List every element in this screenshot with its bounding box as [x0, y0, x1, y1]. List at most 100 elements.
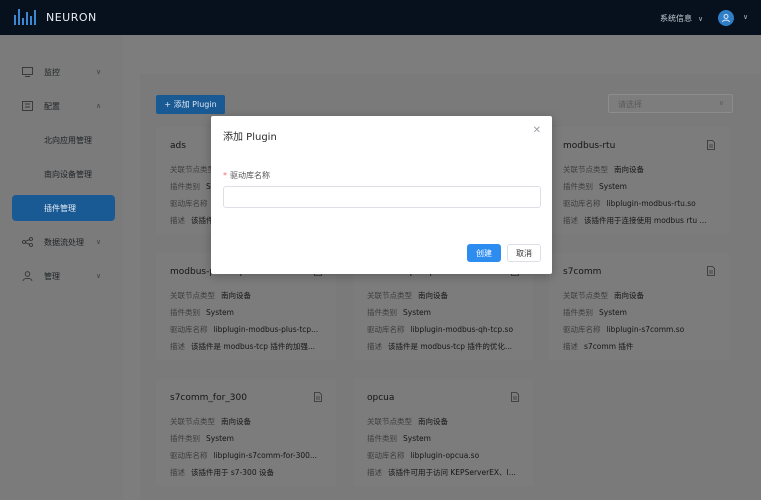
chevron-down-icon: ∨ — [698, 14, 704, 23]
user-icon — [22, 271, 33, 281]
plugin-card-row: 插件类别 System — [170, 433, 234, 444]
field-value: 该插件是 modbus-tcp 插件的优化... — [388, 342, 513, 351]
field-value: libplugin-s7comm.so — [606, 325, 685, 334]
plugin-card-row: 关联节点类型南向设备 — [367, 290, 448, 301]
plugin-card-row: 关联节点类型南向设备 — [563, 164, 644, 175]
document-icon[interactable] — [707, 140, 715, 150]
field-label: 描述 — [367, 342, 382, 351]
plugin-card-row: 关联节点类型南向设备 — [563, 290, 644, 301]
library-name-input[interactable] — [223, 186, 541, 208]
sidebar-item-label: 管理 — [44, 271, 60, 281]
close-icon[interactable]: ✕ — [533, 125, 541, 136]
field-value: 南向设备 — [614, 165, 644, 174]
plugin-card[interactable]: s7comm 关联节点类型 南向设备 插件类别 System 驱动库名称 libplugin… — [549, 253, 729, 360]
field-label: 驱动库名称 — [563, 325, 601, 334]
field-label: 驱动库名称 — [367, 451, 405, 460]
plugin-card[interactable]: opcua 关联节点类型 南向设备 插件类别 System 驱动库名称 libplugin-… — [353, 379, 533, 486]
field-label: 关联节点类型 — [367, 291, 412, 300]
document-icon[interactable] — [707, 266, 715, 276]
field-value: libplugin-modbus-rtu.so — [606, 199, 696, 208]
field-label: 插件类别 — [367, 308, 397, 317]
field-value: 该插件可用于访问 KEPServerEX、I... — [388, 468, 516, 477]
field-label: 描述 — [563, 342, 578, 351]
chevron-down-icon: ∨ — [96, 272, 102, 280]
plugin-card-row: 关联节点类型南向设备 — [367, 416, 448, 427]
field-label: 插件类别 — [367, 434, 397, 443]
sidebar: 监控 ∨ 配置 ∧ 北向应用管理 南向设备管理 插件管理 数据流处理 ∨ 管理 … — [0, 35, 123, 500]
logo-icon — [14, 9, 40, 25]
sidebar-item-label: 数据流处理 — [44, 237, 84, 247]
user-avatar[interactable] — [718, 10, 734, 26]
field-value: System — [403, 308, 431, 317]
cancel-button[interactable]: 取消 — [507, 244, 541, 262]
field-value: System — [599, 182, 627, 191]
field-label: 关联节点类型 — [563, 165, 608, 174]
system-info-label: 系统信息 — [660, 14, 692, 23]
sidebar-item-monitor[interactable]: 监控 ∨ — [0, 59, 123, 85]
plugin-card[interactable]: modbus-rtu 关联节点类型 南向设备 插件类别 System 驱动库名称 libpl… — [549, 127, 729, 234]
create-button[interactable]: 创建 — [467, 244, 501, 262]
field-label: 驱动库名称 — [230, 171, 270, 180]
field-label: 描述 — [170, 468, 185, 477]
plugin-card-row: 描述 该插件是 modbus-tcp 插件的优化... — [367, 341, 512, 352]
plugin-filter-select[interactable]: 请选择 ∨ — [608, 94, 733, 113]
field-value: 该插件用于连接使用 modbus rtu ... — [584, 216, 707, 225]
logo[interactable]: NEURON — [14, 9, 97, 25]
field-label: 描述 — [170, 216, 185, 225]
plugin-card-row: 描述 该插件用于连接使用 modbus rtu ... — [563, 215, 707, 226]
sidebar-item-plugins[interactable]: 插件管理 — [12, 195, 115, 221]
field-label: 关联节点类型 — [170, 165, 215, 174]
plugin-card-row: 描述 s7comm 插件 — [563, 341, 633, 352]
field-value: s7comm 插件 — [584, 342, 634, 351]
plugin-card-row: 插件类别 System — [170, 307, 234, 318]
logo-text: NEURON — [46, 10, 97, 24]
field-value: libplugin-opcua.so — [410, 451, 480, 460]
dataflow-icon — [22, 237, 33, 247]
plugin-card-row: 插件类别 System — [367, 307, 431, 318]
field-label: 描述 — [563, 216, 578, 225]
add-plugin-dialog: 添加 Plugin ✕ * 驱动库名称 创建 取消 — [211, 116, 552, 274]
field-label: 插件类别 — [170, 182, 200, 191]
field-value: 南向设备 — [614, 291, 644, 300]
field-label: 驱动库名称 — [170, 199, 208, 208]
dialog-title: 添加 Plugin — [223, 132, 277, 143]
library-name-label: * 驱动库名称 — [223, 170, 270, 181]
add-plugin-button[interactable]: + 添加 Plugin — [156, 95, 225, 114]
chevron-down-icon: ∨ — [96, 238, 102, 246]
sidebar-item-config[interactable]: 配置 ∧ — [0, 93, 123, 119]
system-info-menu[interactable]: 系统信息 ∨ — [660, 13, 703, 24]
sidebar-item-label: 北向应用管理 — [44, 135, 92, 145]
plugin-card-row: 驱动库名称 libplugin-s7comm-for-300... — [170, 450, 317, 461]
field-value: 南向设备 — [221, 291, 251, 300]
sidebar-item-southbound[interactable]: 南向设备管理 — [0, 161, 123, 187]
sidebar-item-northbound[interactable]: 北向应用管理 — [0, 127, 123, 153]
plugin-card-row: 驱动库名称 libplugin-modbus-rtu.so — [563, 198, 696, 209]
document-icon[interactable] — [314, 392, 322, 402]
field-value: System — [403, 434, 431, 443]
field-label: 插件类别 — [563, 182, 593, 191]
sidebar-item-admin[interactable]: 管理 ∨ — [0, 263, 123, 289]
sidebar-item-label: 监控 — [44, 67, 60, 77]
field-label: 关联节点类型 — [170, 417, 215, 426]
field-value: 南向设备 — [418, 291, 448, 300]
plugin-card-title: opcua — [367, 393, 395, 403]
field-label: 驱动库名称 — [563, 199, 601, 208]
sidebar-item-label: 南向设备管理 — [44, 169, 92, 179]
chevron-down-icon: ∨ — [96, 68, 102, 76]
field-value: 该插件用于 s7-300 设备 — [191, 468, 274, 477]
select-placeholder: 请选择 — [618, 100, 642, 109]
plugin-card-title: s7comm_for_300 — [170, 393, 247, 403]
plugin-card[interactable]: s7comm_for_300 关联节点类型 南向设备 插件类别 System 驱动库名称 l… — [156, 379, 336, 486]
plugin-card-row: 关联节点类型南向设备 — [170, 416, 251, 427]
field-value: 南向设备 — [221, 417, 251, 426]
user-icon — [722, 14, 730, 23]
plugin-card-title: s7comm — [563, 267, 602, 277]
chevron-down-icon[interactable]: ∨ — [743, 13, 748, 21]
field-value: libplugin-modbus-qh-tcp.so — [410, 325, 514, 334]
field-label: 描述 — [367, 468, 382, 477]
sidebar-item-dataflow[interactable]: 数据流处理 ∨ — [0, 229, 123, 255]
field-label: 插件类别 — [170, 434, 200, 443]
top-bar: NEURON 系统信息 ∨ ∨ — [0, 0, 761, 35]
field-value: System — [599, 308, 627, 317]
document-icon[interactable] — [511, 392, 519, 402]
